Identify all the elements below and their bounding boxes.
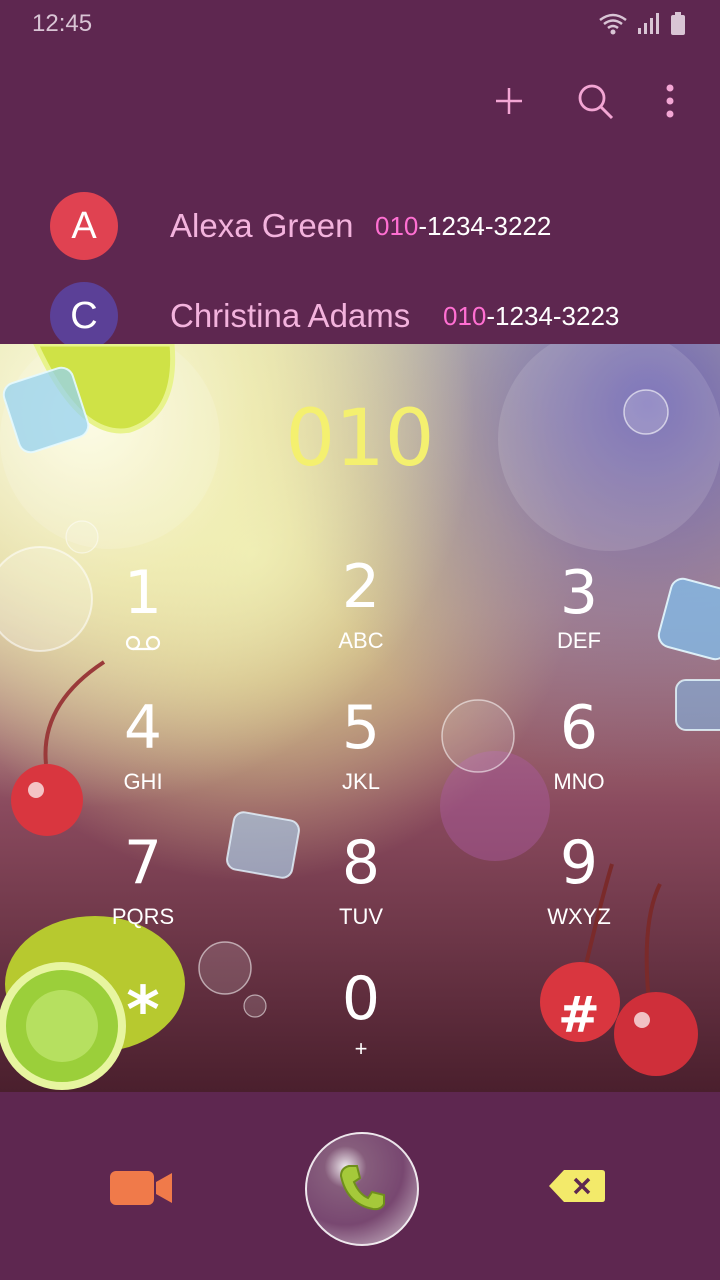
contact-suggestion-alexa[interactable]: A Alexa Green 010-1234-3222 [0, 186, 720, 266]
status-time: 12:45 [32, 10, 93, 37]
key-digit: 2 [341, 552, 381, 622]
key-digit: 6 [559, 693, 599, 763]
key-hash[interactable]: # [499, 982, 659, 1092]
key-6[interactable]: 6 MNO [499, 695, 659, 815]
backspace-icon [548, 1170, 606, 1208]
avatar: C [50, 282, 118, 350]
status-bar: 12:45 [0, 0, 720, 50]
number-match: 010 [443, 300, 487, 331]
key-digit: # [558, 986, 600, 1044]
contact-number: 010-1234-3222 [375, 211, 551, 242]
signal-icon [638, 12, 660, 41]
add-contact-button[interactable] [488, 82, 530, 124]
key-letters: WXYZ [547, 904, 611, 929]
key-1[interactable]: 1 [63, 560, 223, 680]
key-5[interactable]: 5 JKL [281, 695, 441, 815]
wifi-icon [598, 12, 628, 41]
dialpad: 010 1 2 ABC 3 DEF 4 GHI 5 JKL 6 MNO 7 PQ… [0, 344, 720, 1092]
search-button[interactable] [574, 82, 616, 124]
key-0[interactable]: 0 + [281, 966, 441, 1086]
avatar-initial: C [70, 294, 98, 337]
avatar-initial: A [71, 204, 97, 247]
phone-icon [335, 1160, 389, 1219]
key-letters: DEF [557, 628, 601, 653]
key-letters: TUV [339, 904, 383, 929]
key-letters: MNO [553, 769, 605, 794]
action-bar [488, 82, 680, 124]
more-vert-icon [665, 84, 675, 123]
key-digit: * [126, 974, 160, 1048]
bottom-bar [0, 1092, 720, 1280]
number-rest: -1234-3223 [486, 300, 620, 331]
key-digit: 0 [341, 964, 381, 1034]
key-digit: 8 [341, 828, 381, 898]
key-digit: 3 [559, 558, 599, 628]
status-icons [598, 12, 686, 41]
number-match: 010 [375, 210, 419, 241]
more-options-button[interactable] [660, 82, 680, 124]
call-button[interactable] [305, 1132, 419, 1246]
key-digit: 4 [123, 693, 163, 763]
key-letters: PQRS [111, 904, 175, 929]
key-2[interactable]: 2 ABC [281, 554, 441, 674]
plus-icon [493, 85, 525, 122]
key-letters: JKL [342, 769, 380, 794]
key-digit: 7 [123, 828, 163, 898]
key-digit: 1 [123, 558, 163, 628]
key-7[interactable]: 7 PQRS [63, 830, 223, 950]
key-letters: + [354, 1036, 368, 1061]
key-3[interactable]: 3 DEF [499, 560, 659, 680]
contact-name: Alexa Green [170, 207, 354, 244]
delete-button[interactable] [548, 1168, 608, 1208]
key-star[interactable]: * [63, 978, 223, 1092]
video-camera-icon [108, 1171, 174, 1212]
contact-number: 010-1234-3223 [443, 301, 619, 332]
battery-icon [670, 12, 686, 41]
key-8[interactable]: 8 TUV [281, 830, 441, 950]
key-digit: 9 [559, 828, 599, 898]
key-letters: GHI [123, 769, 163, 794]
number-rest: -1234-3222 [418, 210, 552, 241]
search-icon [576, 82, 614, 125]
voicemail-icon [63, 634, 223, 652]
contact-name: Christina Adams [170, 297, 411, 334]
dialed-number: 010 [285, 394, 435, 484]
key-9[interactable]: 9 WXYZ [499, 830, 659, 950]
avatar: A [50, 192, 118, 260]
key-digit: 5 [341, 693, 381, 763]
key-letters: ABC [338, 628, 384, 653]
video-call-button[interactable] [108, 1168, 176, 1212]
key-4[interactable]: 4 GHI [63, 695, 223, 815]
